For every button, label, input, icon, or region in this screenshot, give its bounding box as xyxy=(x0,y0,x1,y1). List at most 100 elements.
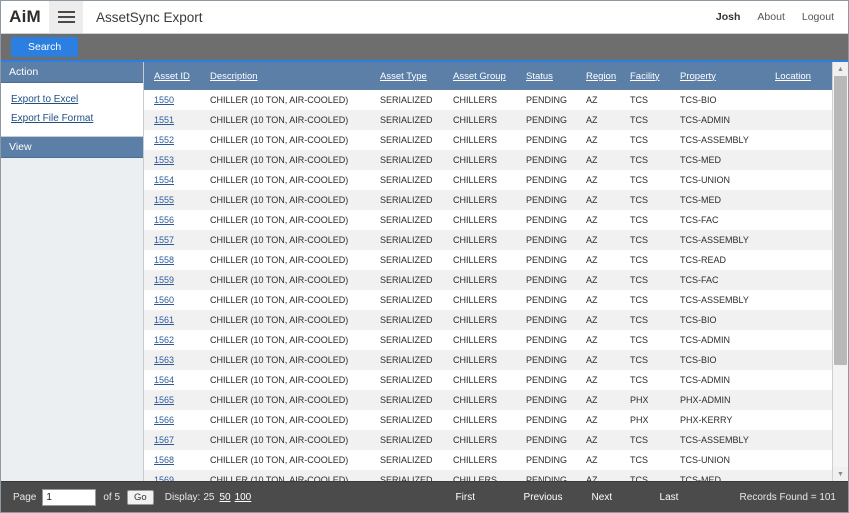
assets-table-head: Asset ID Description Asset Type Asset Gr… xyxy=(144,62,832,90)
asset-id-link[interactable]: 1554 xyxy=(154,175,174,185)
cell-status: PENDING xyxy=(526,295,568,305)
scrollbar-track[interactable] xyxy=(833,76,848,467)
table-row: 1554 CHILLER (10 TON, AIR-COOLED) SERIALIZ… xyxy=(144,170,832,190)
cell-facility: PHX xyxy=(626,390,676,410)
cell-status: PENDING xyxy=(522,470,582,481)
scrollbar-thumb[interactable] xyxy=(834,76,847,366)
asset-id-link[interactable]: 1557 xyxy=(154,235,174,245)
cell-asset-type: SERIALIZED xyxy=(376,310,449,330)
results-scrollbar[interactable]: ▲ ▼ xyxy=(832,62,848,481)
go-button[interactable]: Go xyxy=(127,489,154,505)
display-current-25: 25 xyxy=(203,491,215,503)
column-header-description[interactable]: Description xyxy=(206,62,376,90)
cell-region: AZ xyxy=(582,110,626,130)
asset-id-link[interactable]: 1553 xyxy=(154,155,174,165)
column-header-region[interactable]: Region xyxy=(582,62,626,90)
sidebar: Action Export to Excel Export File Forma… xyxy=(1,62,144,481)
cell-asset-id: 1565 xyxy=(144,390,206,410)
column-header-asset-group[interactable]: Asset Group xyxy=(449,62,522,90)
table-row: 1557 CHILLER (10 TON, AIR-COOLED) SERIALIZ… xyxy=(144,230,832,250)
column-header-asset-id[interactable]: Asset ID xyxy=(144,62,206,90)
display-option-50[interactable]: 50 xyxy=(219,492,230,503)
cell-region: AZ xyxy=(582,470,626,481)
asset-id-link[interactable]: 1567 xyxy=(154,435,174,445)
cell-asset-type: SERIALIZED xyxy=(380,135,433,145)
hamburger-icon[interactable] xyxy=(49,1,83,33)
asset-id-link[interactable]: 1566 xyxy=(154,415,174,425)
asset-id-link[interactable]: 1562 xyxy=(154,335,174,345)
cell-location xyxy=(771,90,832,110)
asset-id-link[interactable]: 1563 xyxy=(154,355,174,365)
cell-asset-type: SERIALIZED xyxy=(380,175,433,185)
cell-region: AZ xyxy=(586,215,598,225)
cell-status: PENDING xyxy=(526,335,568,345)
search-button[interactable]: Search xyxy=(11,37,79,57)
cell-region: AZ xyxy=(582,230,626,250)
asset-id-link[interactable]: 1550 xyxy=(154,95,174,105)
cell-asset-id: 1553 xyxy=(144,150,206,170)
sidebar-item-export-to-excel[interactable]: Export to Excel xyxy=(1,90,143,109)
column-header-facility[interactable]: Facility xyxy=(626,62,676,90)
cell-description: CHILLER (10 TON, AIR-COOLED) xyxy=(210,215,349,225)
first-page-link[interactable]: First xyxy=(456,492,524,503)
display-option-100[interactable]: 100 xyxy=(235,492,252,503)
sidebar-item-export-file-format[interactable]: Export File Format xyxy=(1,109,143,128)
cell-status: PENDING xyxy=(526,95,568,105)
cell-location xyxy=(771,130,832,150)
cell-asset-type: SERIALIZED xyxy=(376,190,449,210)
column-header-status[interactable]: Status xyxy=(522,62,582,90)
cell-status: PENDING xyxy=(526,255,568,265)
cell-location xyxy=(771,250,832,270)
scroll-down-icon[interactable]: ▼ xyxy=(833,467,848,481)
cell-asset-group: CHILLERS xyxy=(449,230,522,250)
column-header-property[interactable]: Property xyxy=(676,62,771,90)
column-header-location[interactable]: Location xyxy=(771,62,832,90)
about-link[interactable]: About xyxy=(757,11,784,23)
asset-id-link[interactable]: 1551 xyxy=(154,115,174,125)
asset-id-link[interactable]: 1565 xyxy=(154,395,174,405)
asset-id-link[interactable]: 1552 xyxy=(154,135,174,145)
cell-property: TCS-BIO xyxy=(676,310,771,330)
last-page-link[interactable]: Last xyxy=(660,492,728,503)
page-number-input[interactable] xyxy=(42,488,97,506)
action-toolbar: Search xyxy=(1,34,848,60)
cell-description: CHILLER (10 TON, AIR-COOLED) xyxy=(210,455,349,465)
cell-property: TCS-READ xyxy=(680,255,727,265)
table-row: 1565 CHILLER (10 TON, AIR-COOLED) SERIALIZ… xyxy=(144,390,832,410)
top-bar-spacer xyxy=(203,1,716,33)
asset-id-link[interactable]: 1559 xyxy=(154,275,174,285)
scroll-up-icon[interactable]: ▲ xyxy=(833,62,848,76)
column-header-asset-type[interactable]: Asset Type xyxy=(376,62,449,90)
cell-facility: TCS xyxy=(630,335,648,345)
assets-table: Asset ID Description Asset Type Asset Gr… xyxy=(144,62,832,481)
asset-id-link[interactable]: 1561 xyxy=(154,315,174,325)
sidebar-filler xyxy=(1,158,143,481)
cell-asset-group: CHILLERS xyxy=(453,455,498,465)
cell-region: AZ xyxy=(582,310,626,330)
cell-asset-group: CHILLERS xyxy=(453,335,498,345)
asset-id-link[interactable]: 1568 xyxy=(154,455,174,465)
cell-asset-id: 1559 xyxy=(144,270,206,290)
asset-id-link[interactable]: 1558 xyxy=(154,255,174,265)
app-window: AiM AssetSync Export Josh About Logout S… xyxy=(0,0,849,513)
cell-status: PENDING xyxy=(522,230,582,250)
asset-id-link[interactable]: 1564 xyxy=(154,375,174,385)
cell-facility: TCS xyxy=(630,375,648,385)
cell-region: AZ xyxy=(586,295,598,305)
cell-asset-group: CHILLERS xyxy=(453,95,498,105)
previous-page-link[interactable]: Previous xyxy=(524,492,592,503)
asset-id-link[interactable]: 1555 xyxy=(154,195,174,205)
cell-property: TCS-ADMIN xyxy=(680,375,730,385)
cell-region: AZ xyxy=(586,455,598,465)
cell-property: TCS-MED xyxy=(676,470,771,481)
cell-asset-group: CHILLERS xyxy=(453,375,498,385)
table-row: 1564 CHILLER (10 TON, AIR-COOLED) SERIALIZ… xyxy=(144,370,832,390)
cell-asset-id: 1552 xyxy=(144,130,206,150)
asset-id-link[interactable]: 1556 xyxy=(154,215,174,225)
next-page-link[interactable]: Next xyxy=(592,492,660,503)
cell-status: PENDING xyxy=(526,135,568,145)
logout-link[interactable]: Logout xyxy=(802,11,834,23)
asset-id-link[interactable]: 1560 xyxy=(154,295,174,305)
cell-status: PENDING xyxy=(522,390,582,410)
cell-location xyxy=(771,110,832,130)
